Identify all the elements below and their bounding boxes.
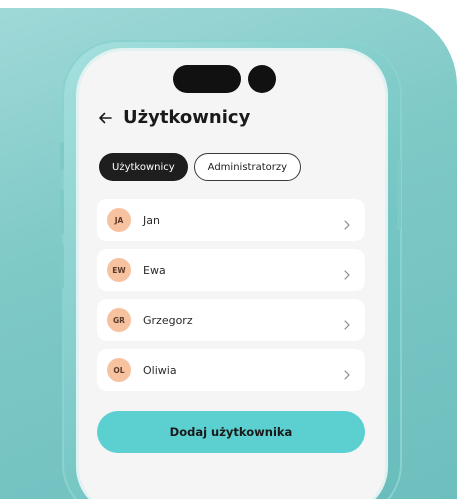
- tab-users[interactable]: Użytkownicy: [99, 153, 188, 181]
- list-item-user[interactable]: EW Ewa: [97, 249, 365, 291]
- phone-side-button: [60, 244, 64, 288]
- avatar: GR: [107, 308, 131, 332]
- chevron-right-icon: [343, 215, 351, 230]
- list-item-user[interactable]: OL Oliwia: [97, 349, 365, 391]
- add-user-button[interactable]: Dodaj użytkownika: [97, 411, 365, 453]
- screen-header: Użytkownicy: [97, 107, 250, 128]
- avatar: EW: [107, 258, 131, 282]
- user-list: JA Jan EW Ewa GR Grzegorz OL Oliwia: [97, 199, 365, 399]
- chevron-right-icon: [343, 265, 351, 280]
- user-name: Ewa: [143, 263, 166, 277]
- avatar: OL: [107, 358, 131, 382]
- avatar: JA: [107, 208, 131, 232]
- list-item-user[interactable]: GR Grzegorz: [97, 299, 365, 341]
- chevron-right-icon: [343, 315, 351, 330]
- phone-screen: Użytkownicy Użytkownicy Administratorzy …: [79, 51, 385, 499]
- phone-side-button: [60, 190, 64, 234]
- dynamic-island-camera: [248, 65, 276, 93]
- stage: Użytkownicy Użytkownicy Administratorzy …: [0, 0, 457, 499]
- user-name: Grzegorz: [143, 313, 193, 327]
- user-name: Oliwia: [143, 363, 177, 377]
- tab-administrators[interactable]: Administratorzy: [193, 153, 302, 181]
- chevron-right-icon: [343, 365, 351, 380]
- phone-side-button: [397, 160, 401, 230]
- page-title: Użytkownicy: [123, 107, 251, 128]
- arrow-left-icon[interactable]: [97, 110, 113, 126]
- list-item-user[interactable]: JA Jan: [97, 199, 365, 241]
- user-name: Jan: [143, 213, 160, 227]
- tab-bar: Użytkownicy Administratorzy: [99, 153, 302, 181]
- phone-side-button: [60, 142, 64, 170]
- dynamic-island-pill: [173, 65, 241, 93]
